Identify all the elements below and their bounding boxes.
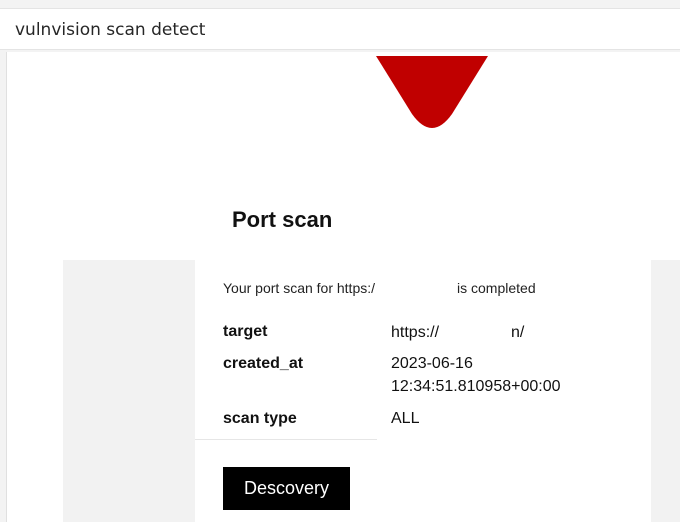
created-at-date: 2023-06-16 — [391, 355, 473, 372]
intro-suffix: is completed — [457, 280, 536, 296]
brand-logo-icon — [376, 56, 488, 128]
created-at-time: 12:34:51.810958+00:00 — [391, 378, 561, 395]
descovery-button[interactable]: Descovery — [223, 467, 350, 510]
divider — [195, 439, 377, 440]
redacted-url — [375, 279, 458, 293]
scan-type-value: ALL — [391, 410, 420, 427]
email-heading: Port scan — [232, 207, 333, 232]
window-title-bar: vulnvision scan detect — [0, 8, 680, 50]
window-title: vulnvision scan detect — [15, 20, 206, 40]
target-value-suffix: n/ — [511, 324, 525, 341]
redacted-target — [439, 323, 512, 337]
intro-prefix: Your port scan for https:/ — [223, 280, 376, 296]
frame-border — [6, 52, 7, 522]
target-value: https:// n/ — [391, 323, 524, 342]
target-label: target — [223, 323, 268, 340]
scan-intro-text: Your port scan for https:/ is completed — [223, 279, 536, 296]
created-at-label: created_at — [223, 355, 304, 372]
target-value-prefix: https:// — [391, 324, 440, 341]
scan-type-label: scan type — [223, 410, 297, 427]
